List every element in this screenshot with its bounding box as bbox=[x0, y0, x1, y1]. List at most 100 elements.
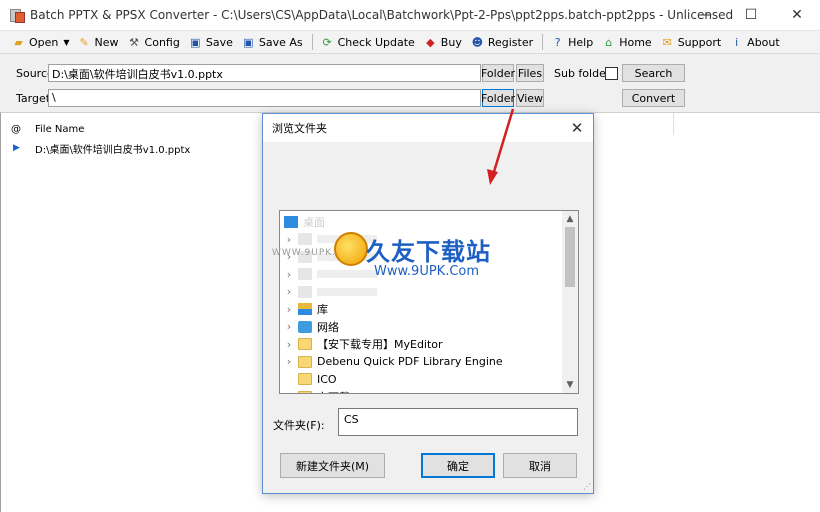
toolbar-button-label: Buy bbox=[440, 35, 462, 49]
dialog-title-bar: 浏览文件夹 ✕ bbox=[263, 114, 593, 142]
file-name-cell: D:\桌面\软件培训白皮书v1.0.pptx bbox=[35, 144, 191, 156]
tree-item[interactable]: › Debenu Quick PDF Library Engine bbox=[280, 353, 564, 370]
register-icon: ☻ bbox=[471, 35, 484, 49]
column-header-file-name[interactable]: File Name bbox=[31, 124, 84, 135]
column-divider bbox=[673, 113, 674, 135]
help-icon: ? bbox=[554, 35, 561, 49]
toolbar: ▰ Open ▼ ✎ New ⚒ Config ▣ Save ▣ Save As ⟳ Check Upd… bbox=[0, 30, 820, 54]
tree-item-label: 库 bbox=[317, 303, 328, 316]
toolbar-save-button[interactable]: ▣ Save bbox=[185, 32, 236, 52]
save-disk-icon: ▣ bbox=[190, 35, 201, 49]
save-as-icon: ▣ bbox=[243, 35, 254, 49]
folder-input[interactable]: CS bbox=[338, 408, 578, 436]
target-input[interactable]: \ bbox=[48, 89, 481, 107]
home-icon: ⌂ bbox=[605, 35, 613, 49]
toolbar-help-button[interactable]: ? Help bbox=[547, 32, 596, 52]
watermark: WWW.9UPK.COM 久友下载站 Www.9UPK.Com bbox=[272, 230, 512, 286]
arrow-head bbox=[487, 169, 498, 185]
tree-item-label: 网络 bbox=[317, 320, 339, 334]
toolbar-home-button[interactable]: ⌂ Home bbox=[598, 32, 654, 52]
search-button[interactable]: Search bbox=[622, 64, 685, 82]
scroll-up-icon[interactable]: ▲ bbox=[562, 211, 578, 227]
paths-panel: Source D:\桌面\软件培训白皮书v1.0.pptx Folder Fil… bbox=[0, 54, 820, 112]
dialog-title: 浏览文件夹 bbox=[272, 122, 327, 135]
toolbar-button-label: Home bbox=[619, 35, 652, 49]
tree-item-label: ICO bbox=[317, 372, 337, 386]
source-files-button[interactable]: Files bbox=[516, 64, 544, 82]
chevron-right-icon[interactable]: › bbox=[280, 390, 298, 393]
minimize-button[interactable]: — bbox=[682, 0, 728, 30]
tree-item-label: 桌面 bbox=[303, 215, 325, 229]
source-input[interactable]: D:\桌面\软件培训白皮书v1.0.pptx bbox=[48, 64, 481, 82]
tree-item[interactable]: 桌面 bbox=[280, 213, 564, 230]
network-icon bbox=[298, 320, 312, 333]
open-folder-icon: ▰ bbox=[14, 35, 23, 49]
blurred-icon bbox=[298, 285, 312, 298]
toolbar-new-button[interactable]: ✎ New bbox=[74, 32, 122, 52]
chevron-right-icon[interactable]: › bbox=[280, 285, 298, 298]
toolbar-separator bbox=[311, 34, 313, 50]
check-update-icon: ⟳ bbox=[322, 35, 332, 49]
app-icon bbox=[10, 8, 25, 23]
ok-button[interactable]: 确定 bbox=[421, 453, 495, 478]
toolbar-button-label: Support bbox=[677, 35, 722, 49]
tree-item[interactable]: › 网络 bbox=[280, 318, 564, 335]
watermark-main-text: 久友下载站 bbox=[366, 238, 491, 266]
annotation-arrow bbox=[487, 108, 515, 185]
library-icon bbox=[298, 303, 312, 315]
window-title: Batch PPTX & PPSX Converter - C:\Users\C… bbox=[30, 8, 734, 22]
cancel-button[interactable]: 取消 bbox=[503, 453, 577, 478]
title-bar: Batch PPTX & PPSX Converter - C:\Users\C… bbox=[0, 0, 820, 30]
close-button[interactable]: ✕ bbox=[774, 0, 820, 30]
tree-scrollbar[interactable]: ▲ ▼ bbox=[562, 211, 578, 393]
resize-grip-icon[interactable]: ⋰ bbox=[583, 482, 591, 491]
watermark-url-text: Www.9UPK.Com bbox=[374, 264, 480, 279]
convert-button[interactable]: Convert bbox=[622, 89, 685, 107]
toolbar-button-label: Check Update bbox=[337, 35, 415, 49]
toolbar-button-label: Register bbox=[487, 35, 534, 49]
folder-icon bbox=[298, 373, 312, 385]
table-row[interactable]: ▶ D:\桌面\软件培训白皮书v1.0.pptx bbox=[1, 141, 191, 156]
tree-item[interactable]: › 安下载 bbox=[280, 388, 564, 394]
chevron-right-icon[interactable]: › bbox=[280, 355, 298, 368]
target-label: Target bbox=[16, 92, 51, 105]
toolbar-support-button[interactable]: ✉ Support bbox=[657, 32, 724, 52]
arrow-shaft bbox=[491, 108, 515, 176]
browse-folder-dialog: 浏览文件夹 ✕ ▲ ▼ 桌面 › › › › › 库 › 网络 › 【安下载专用】MyEditor ›… bbox=[262, 113, 594, 494]
tree-item[interactable]: ICO bbox=[280, 371, 564, 388]
column-header-icon[interactable]: @ bbox=[1, 124, 31, 135]
toolbar-separator bbox=[542, 34, 544, 50]
folder-icon bbox=[298, 355, 312, 368]
open-dropdown-arrow-icon[interactable]: ▼ bbox=[63, 38, 69, 47]
desktop-icon bbox=[284, 215, 298, 228]
chevron-right-icon[interactable]: › bbox=[280, 338, 298, 351]
toolbar-config-button[interactable]: ⚒ Config bbox=[124, 32, 183, 52]
toolbar-check-update-button[interactable]: ⟳ Check Update bbox=[317, 32, 418, 52]
tree-item-label bbox=[317, 287, 377, 296]
toolbar-buy-button[interactable]: ◆ Buy bbox=[420, 32, 465, 52]
maximize-button[interactable]: ☐ bbox=[728, 0, 774, 30]
new-folder-button[interactable]: 新建文件夹(M) bbox=[280, 453, 385, 478]
watermark-logo-icon bbox=[334, 232, 368, 266]
tree-item-label: 安下载 bbox=[317, 389, 350, 394]
scroll-down-icon[interactable]: ▼ bbox=[562, 377, 578, 393]
dialog-close-button[interactable]: ✕ bbox=[561, 114, 593, 142]
scroll-thumb[interactable] bbox=[565, 227, 575, 287]
toolbar-save-as-button[interactable]: ▣ Save As bbox=[238, 32, 306, 52]
subfolders-checkbox[interactable] bbox=[605, 67, 618, 80]
source-folder-button[interactable]: Folder bbox=[481, 64, 515, 82]
row-arrow-icon: ▶ bbox=[13, 143, 20, 153]
toolbar-register-button[interactable]: ☻ Register bbox=[467, 32, 536, 52]
chevron-right-icon[interactable]: › bbox=[280, 320, 298, 333]
tree-item-label: 【安下载专用】MyEditor bbox=[317, 338, 443, 351]
folder-label: 文件夹(F): bbox=[273, 419, 325, 432]
support-icon: ✉ bbox=[662, 35, 672, 49]
tree-item[interactable]: › 【安下载专用】MyEditor bbox=[280, 336, 564, 353]
toolbar-about-button[interactable]: i About bbox=[726, 32, 783, 52]
chevron-right-icon[interactable]: › bbox=[280, 303, 298, 316]
toolbar-button-label: Save As bbox=[258, 35, 303, 49]
tree-item[interactable]: › 库 bbox=[280, 301, 564, 318]
toolbar-open-button[interactable]: ▰ Open bbox=[8, 32, 61, 52]
buy-icon: ◆ bbox=[426, 35, 435, 49]
toolbar-button-label: Open bbox=[29, 35, 59, 49]
